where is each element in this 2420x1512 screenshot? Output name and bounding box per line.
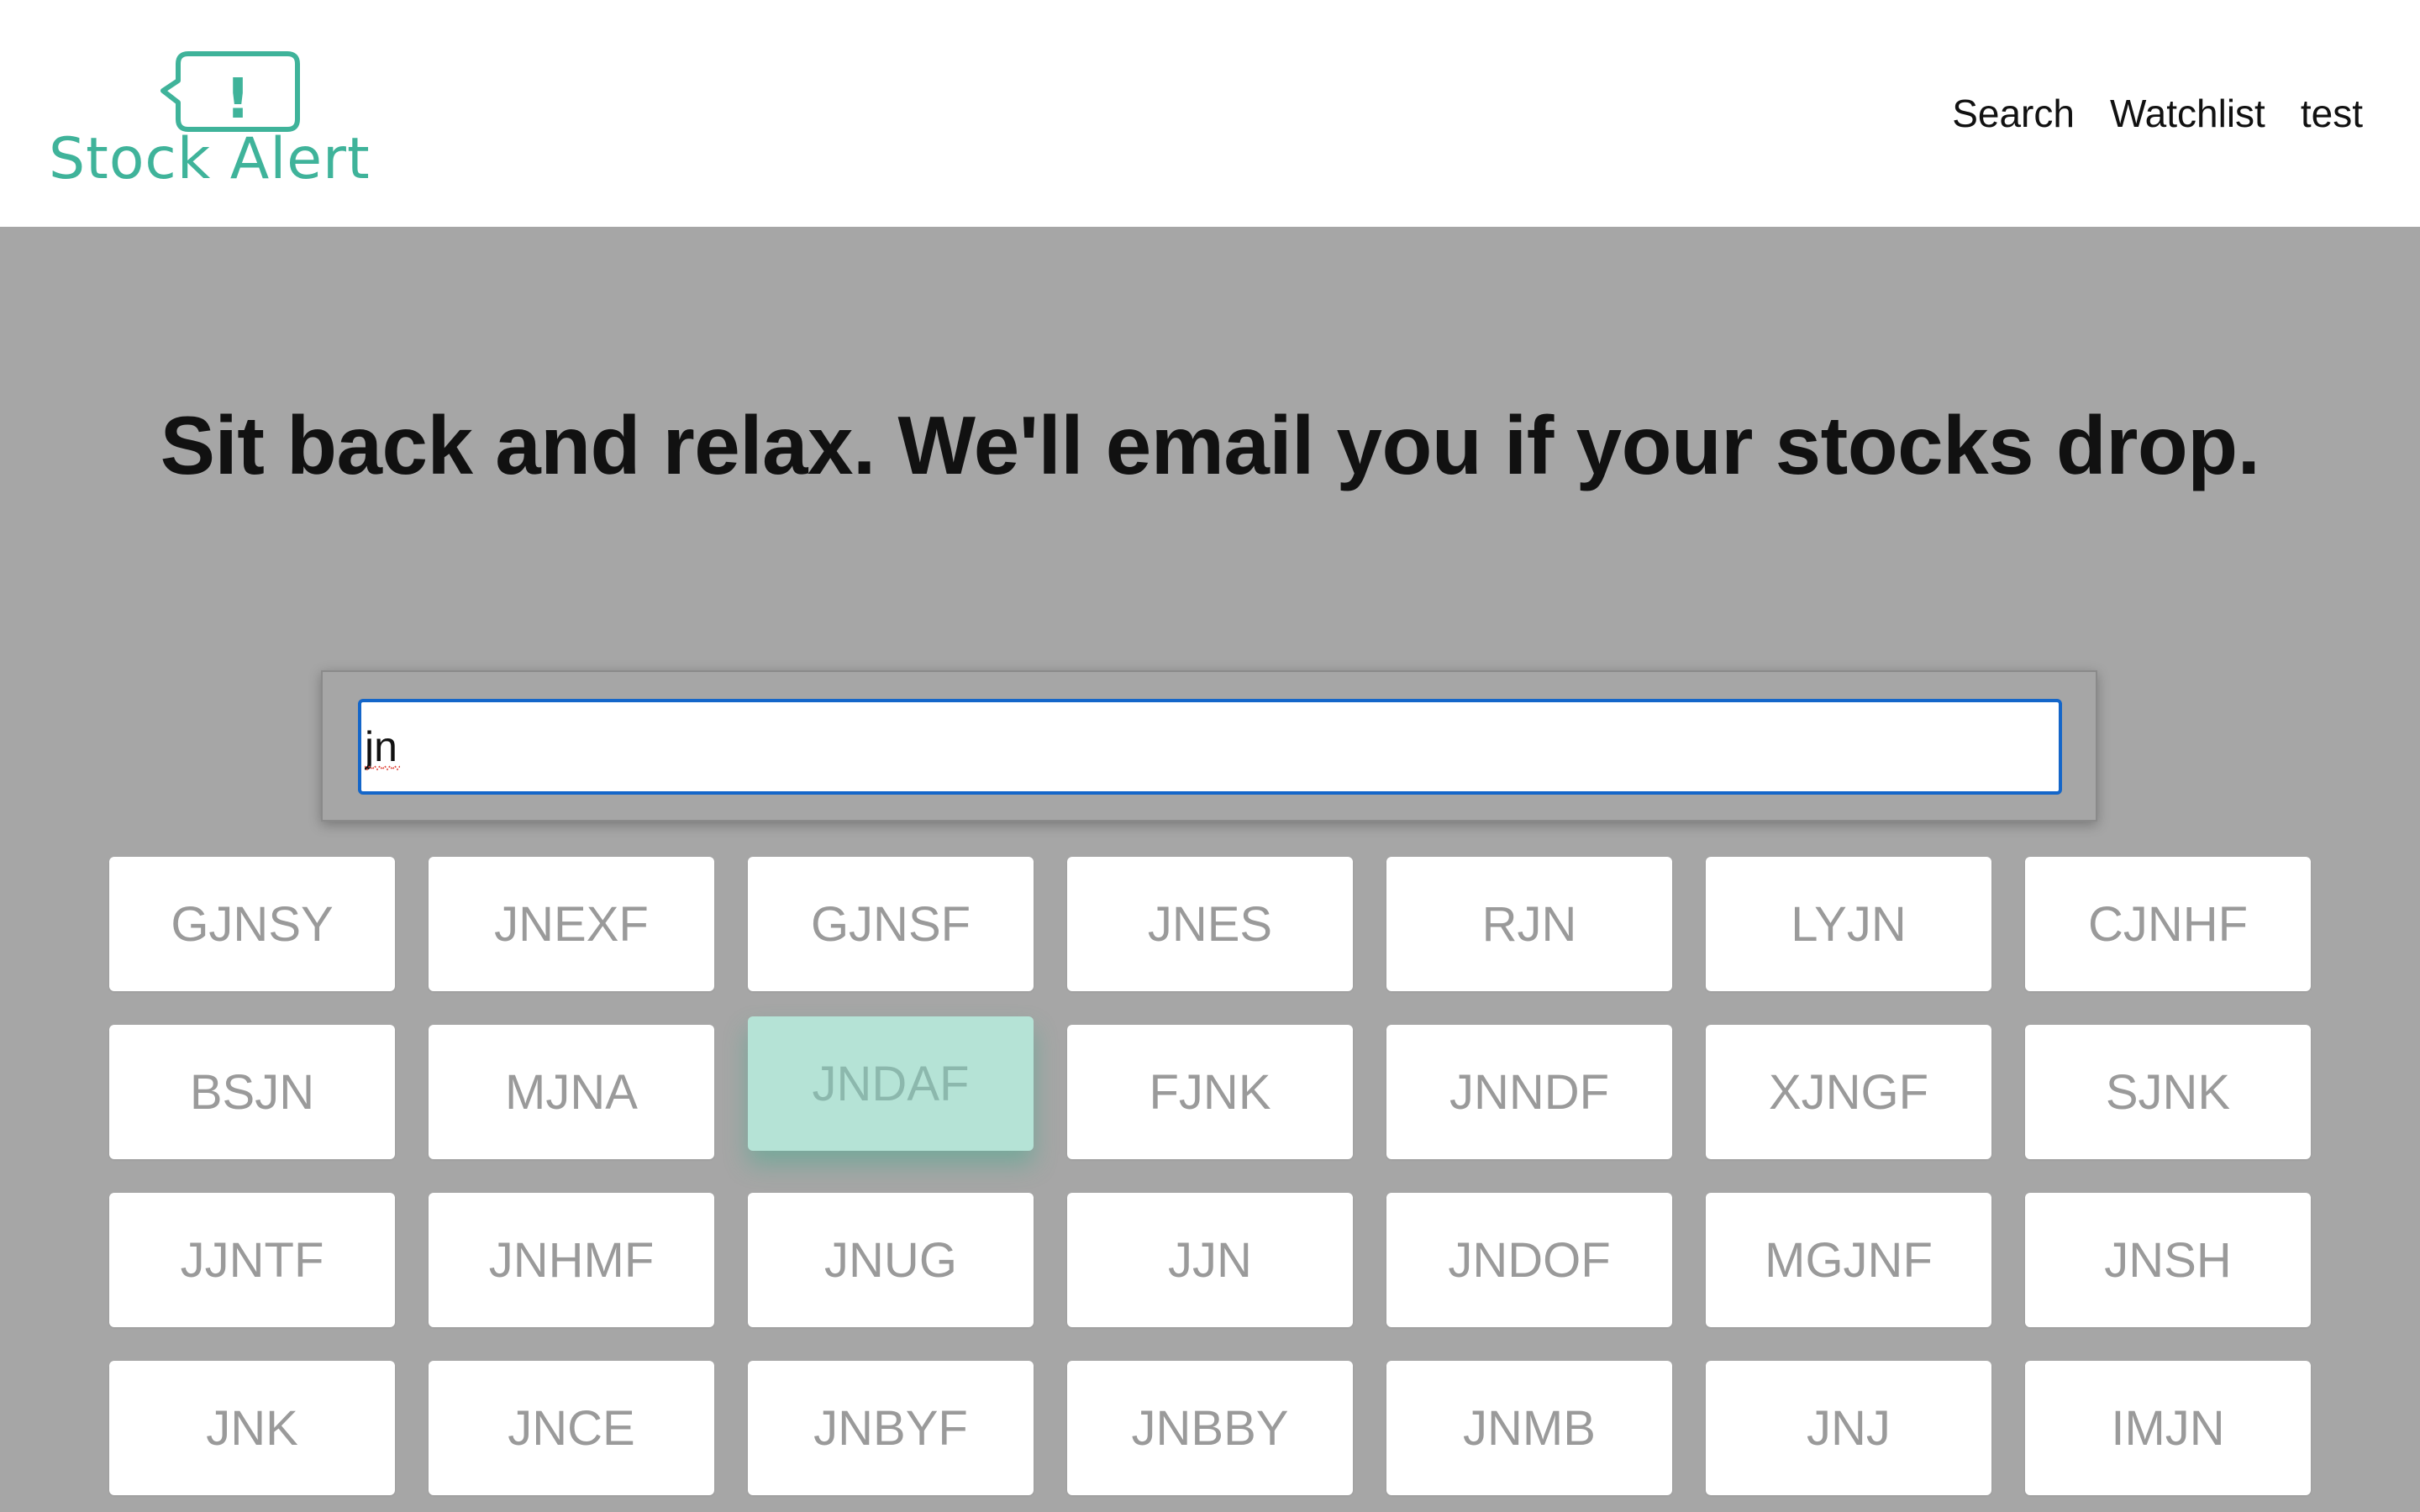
stock-tile[interactable]: JNDOF [1386, 1193, 1672, 1327]
stock-tile[interactable]: JNEXF [429, 857, 714, 991]
hero-headline: Sit back and relax. We'll email you if y… [160, 398, 2260, 491]
stock-tile[interactable]: JJN [1067, 1193, 1353, 1327]
stock-results-grid: GJNSY JNEXF GJNSF JNES RJN LYJN CJNHF BSJN MJNA J… [109, 857, 2311, 1495]
stock-tile[interactable]: MGJNF [1706, 1193, 1991, 1327]
exclamation-mark: ! [225, 66, 250, 131]
main-nav: Search Watchlist test [1952, 91, 2363, 136]
stock-tile[interactable]: GJNSY [109, 857, 395, 991]
nav-watchlist-link[interactable]: Watchlist [2110, 91, 2265, 136]
stock-tile[interactable]: JNUG [748, 1193, 1034, 1327]
brand-logo[interactable]: ! Stock Alert [44, 42, 370, 193]
stock-tile[interactable]: JNCE [429, 1361, 714, 1495]
stock-tile[interactable]: IMJN [2025, 1361, 2311, 1495]
stock-tile[interactable]: GJNSF [748, 857, 1034, 991]
stock-tile[interactable]: MJNA [429, 1025, 714, 1159]
top-header: ! Stock Alert Search Watchlist test [0, 0, 2420, 227]
brand-name: Stock Alert [49, 126, 371, 192]
stock-tile[interactable]: JNSH [2025, 1193, 2311, 1327]
stock-tile[interactable]: SJNK [2025, 1025, 2311, 1159]
search-panel [321, 670, 2097, 822]
stock-tile[interactable]: JNMB [1386, 1361, 1672, 1495]
stock-tile[interactable]: CJNHF [2025, 857, 2311, 991]
stock-tile[interactable]: JNHMF [429, 1193, 714, 1327]
stock-tile[interactable]: FJNK [1067, 1025, 1353, 1159]
nav-search-link[interactable]: Search [1952, 91, 2075, 136]
stock-tile[interactable]: RJN [1386, 857, 1672, 991]
stock-search-input[interactable] [358, 699, 2062, 795]
stock-tile[interactable]: JNES [1067, 857, 1353, 991]
nav-user-link[interactable]: test [2301, 91, 2363, 136]
stock-tile[interactable]: LYJN [1706, 857, 1991, 991]
stock-tile[interactable]: JJNTF [109, 1193, 395, 1327]
stock-tile[interactable]: JNBYF [748, 1361, 1034, 1495]
stock-tile[interactable]: JNK [109, 1361, 395, 1495]
stock-tile[interactable]: JNNDF [1386, 1025, 1672, 1159]
stock-tile[interactable]: BSJN [109, 1025, 395, 1159]
stock-tile[interactable]: JNBBY [1067, 1361, 1353, 1495]
stock-tile[interactable]: JNJ [1706, 1361, 1991, 1495]
stock-tile[interactable]: JNDAF [748, 1016, 1034, 1151]
stock-tile[interactable]: XJNGF [1706, 1025, 1991, 1159]
